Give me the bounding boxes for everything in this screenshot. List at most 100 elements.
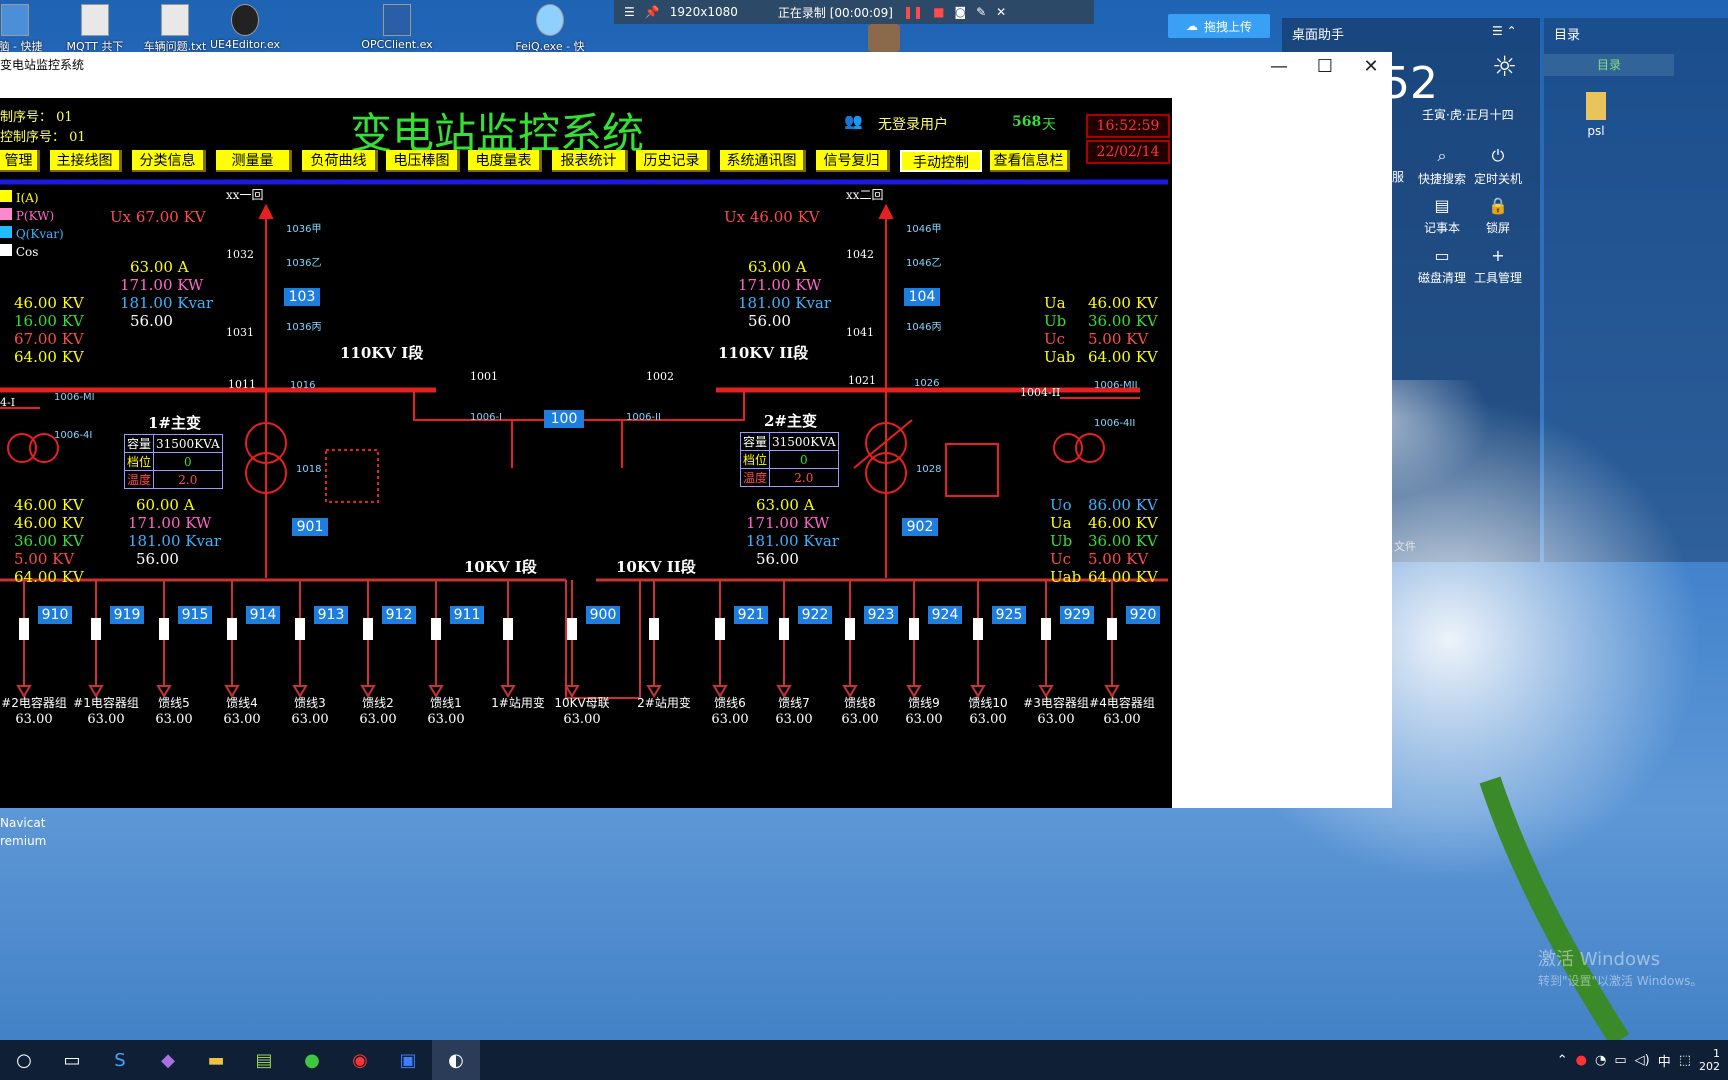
- disk-clean-button[interactable]: ▭ 磁盘清理: [1412, 246, 1472, 286]
- menu-measurement[interactable]: 测量量: [216, 150, 292, 172]
- window-titlebar[interactable]: 变电站监控系统 — ☐ ✕: [0, 52, 1392, 98]
- legend-swatch: [0, 190, 12, 202]
- feeder-breaker: [973, 618, 983, 640]
- menu-energy-table[interactable]: 电度量表: [468, 150, 542, 172]
- t1-cap-label: 容量: [123, 434, 155, 453]
- tool-manage-button[interactable]: + 工具管理: [1468, 246, 1528, 286]
- menu-icon[interactable]: ☰: [624, 5, 635, 19]
- feeder-switch-914[interactable]: 914: [246, 606, 280, 624]
- right-low-volt-4: 5.00 KV: [1088, 550, 1149, 568]
- menu-history[interactable]: 历史记录: [636, 150, 710, 172]
- task-view-icon[interactable]: ▭: [48, 1040, 96, 1080]
- switch-902[interactable]: 902: [902, 518, 938, 536]
- feeder-switch-923[interactable]: 923: [864, 606, 898, 624]
- feeder-value: 63.00: [291, 712, 329, 727]
- feeder-switch-900[interactable]: 900: [586, 606, 620, 624]
- scada-app-icon[interactable]: ◐: [432, 1040, 480, 1080]
- catalog-tab[interactable]: 目录: [1544, 54, 1674, 76]
- switch-103[interactable]: 103: [284, 288, 320, 306]
- camera-icon[interactable]: ◙: [954, 5, 966, 19]
- t2-low-power: 171.00 KW: [746, 514, 830, 532]
- system-tray: ⌃ ● ◔ ▭ ◁) 中 ⬚ 1 202: [1557, 1040, 1720, 1080]
- close-button[interactable]: ✕: [1348, 54, 1394, 80]
- feeder-name: #2电容器组: [1, 696, 67, 710]
- line1-current: 63.00 A: [130, 258, 189, 276]
- feeder-switch-913[interactable]: 913: [314, 606, 348, 624]
- chevron-up-icon[interactable]: ⌃: [1557, 1053, 1568, 1068]
- helper-lunar-date: 壬寅·虎·正月十四: [1422, 108, 1514, 122]
- helper-menu-icon[interactable]: ☰ ⌃: [1492, 24, 1517, 38]
- minimize-button[interactable]: —: [1256, 54, 1302, 80]
- feeder-switch-921[interactable]: 921: [734, 606, 768, 624]
- pen-icon[interactable]: ✎: [976, 5, 986, 19]
- menu-manual-control[interactable]: 手动控制: [900, 150, 982, 172]
- menu-view-info[interactable]: 查看信息栏: [990, 150, 1070, 172]
- record-tray-icon[interactable]: ●: [1576, 1053, 1587, 1068]
- menu-signal-reset[interactable]: 信号复归: [816, 150, 890, 172]
- feeder-switch-919[interactable]: 919: [110, 606, 144, 624]
- switch-100[interactable]: 100: [544, 410, 584, 428]
- recorder-icon[interactable]: ◉: [336, 1040, 384, 1080]
- text-file-icon: [161, 4, 189, 36]
- switch-104[interactable]: 104: [904, 288, 940, 306]
- network-icon[interactable]: ▭: [1614, 1053, 1626, 1068]
- input-mode-icon[interactable]: ⬚: [1679, 1053, 1691, 1068]
- volume-icon[interactable]: ◁): [1635, 1053, 1650, 1068]
- feeder-switch-924[interactable]: 924: [928, 606, 962, 624]
- legend-item: Q(Kvar): [0, 226, 64, 244]
- recorder-camera-widget[interactable]: [868, 24, 900, 52]
- menu-report[interactable]: 报表统计: [552, 150, 628, 172]
- folder-psl[interactable]: psl: [1576, 92, 1616, 138]
- menu-load-curve[interactable]: 负荷曲线: [302, 150, 378, 172]
- menu-manage[interactable]: 管理: [0, 150, 40, 172]
- feeder-switch-915[interactable]: 915: [178, 606, 212, 624]
- qq-icon[interactable]: ◔: [1595, 1053, 1606, 1068]
- feeder-switch-925[interactable]: 925: [992, 606, 1026, 624]
- menu-category[interactable]: 分类信息: [132, 150, 206, 172]
- feeder-switch-929[interactable]: 929: [1060, 606, 1094, 624]
- legend-swatch: [0, 226, 12, 238]
- menu-comm-diagram[interactable]: 系统通讯图: [720, 150, 806, 172]
- desktop-icon-navicat[interactable]: Navicat remium: [0, 814, 46, 850]
- legend-item: P(KW): [0, 208, 64, 226]
- tray-clock[interactable]: 1 202: [1699, 1047, 1720, 1073]
- feeder-value: 63.00: [359, 712, 397, 727]
- visual-studio-icon[interactable]: ◆: [144, 1040, 192, 1080]
- wechat-icon[interactable]: ●: [288, 1040, 336, 1080]
- feeder-switch-920[interactable]: 920: [1126, 606, 1160, 624]
- upload-button[interactable]: ☁ 拖拽上传: [1168, 14, 1270, 38]
- feeder-name: #4电容器组: [1089, 696, 1155, 710]
- feeder-switch-910[interactable]: 910: [38, 606, 72, 624]
- pause-icon[interactable]: ❚❚: [903, 5, 923, 19]
- desktop-icon-feiq[interactable]: FeiQ.exe - 快: [505, 4, 595, 54]
- feeder-breaker: [649, 618, 659, 640]
- right-volt-2: 36.00 KV: [1088, 312, 1158, 330]
- file-explorer-icon[interactable]: ▬: [192, 1040, 240, 1080]
- sogou-icon[interactable]: S: [96, 1040, 144, 1080]
- switch-901[interactable]: 901: [292, 518, 328, 536]
- menu-main-wiring[interactable]: 主接线图: [50, 150, 122, 172]
- desktop-icon-ue4[interactable]: UE4Editor.ex: [200, 4, 290, 51]
- feeder-switch-912[interactable]: 912: [382, 606, 416, 624]
- close-icon[interactable]: ✕: [996, 5, 1006, 19]
- desktop-icon-mqtt[interactable]: MQTT 共下: [50, 4, 140, 54]
- feeder-switch-911[interactable]: 911: [450, 606, 484, 624]
- stop-icon[interactable]: ■: [933, 5, 944, 19]
- catalog-title: 目录: [1554, 28, 1581, 43]
- window-app-icon[interactable]: ▣: [384, 1040, 432, 1080]
- search-icon[interactable]: ○: [0, 1040, 48, 1080]
- switch-1036b-label: 1036乙: [286, 258, 322, 269]
- ime-indicator[interactable]: 中: [1658, 1051, 1671, 1070]
- maximize-button[interactable]: ☐: [1302, 54, 1348, 80]
- clock-time: 16:52:59: [1086, 114, 1170, 138]
- notepad-button[interactable]: ▤ 记事本: [1412, 196, 1472, 236]
- lock-screen-button[interactable]: 🔒 锁屏: [1468, 196, 1528, 236]
- scada-window: 变电站监控系统 — ☐ ✕ 制序号： 01 控制序号： 01 变电站监控系统 👥…: [0, 52, 1392, 808]
- desktop-icon-opc[interactable]: OPCClient.ex: [352, 4, 442, 51]
- quick-search-button[interactable]: ⌕ 快捷搜索: [1412, 146, 1472, 187]
- timed-shutdown-button[interactable]: ⏻ 定时关机: [1468, 146, 1528, 187]
- notepad-icon[interactable]: ▤: [240, 1040, 288, 1080]
- menu-voltage-bar[interactable]: 电压棒图: [386, 150, 460, 172]
- feeder-switch-922[interactable]: 922: [798, 606, 832, 624]
- pin-icon[interactable]: 📌: [645, 5, 660, 19]
